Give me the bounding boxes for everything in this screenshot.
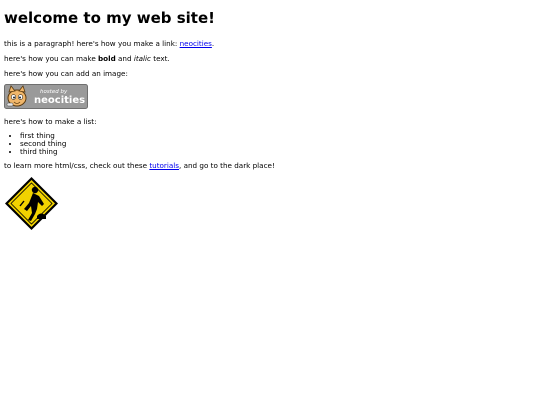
tutorials-after: , and go to the dark place! (179, 161, 275, 170)
italic-text: italic (133, 54, 151, 63)
list-item: second thing (20, 140, 536, 148)
tutorials-link[interactable]: tutorials (149, 161, 179, 170)
list-item: third thing (20, 148, 536, 156)
page-title: welcome to my web site! (4, 9, 215, 27)
example-list: first thing second thing third thing (4, 132, 536, 156)
formatting-before: here's how you can make (4, 54, 99, 63)
paragraph-link-after: . (211, 39, 215, 48)
formatting-after: text. (151, 54, 170, 63)
tutorials-before: to learn more html/css, check out these (4, 161, 150, 170)
page: welcome to my web site! this is a paragr… (0, 9, 540, 231)
formatting-middle: and (115, 54, 134, 63)
paragraph-image: here's how you can add an image: (4, 69, 128, 78)
paragraph-link-text: this is a paragraph! here's how you make… (4, 39, 180, 48)
neocities-link[interactable]: neocities (180, 39, 212, 48)
paragraph-formatting: here's how you can make bold and italic … (4, 54, 536, 63)
under-construction-icon (5, 177, 58, 230)
badge-big-text: neocities (34, 95, 85, 106)
paragraph-list: here's how to make a list: (4, 117, 97, 126)
list-item: first thing (20, 132, 536, 140)
paragraph-link: this is a paragraph! here's how you make… (4, 39, 536, 48)
bold-text: bold (98, 54, 116, 63)
paragraph-tutorials: to learn more html/css, check out these … (4, 161, 536, 170)
hosted-by-neocities-badge[interactable]: hosted by neocities (4, 84, 88, 109)
